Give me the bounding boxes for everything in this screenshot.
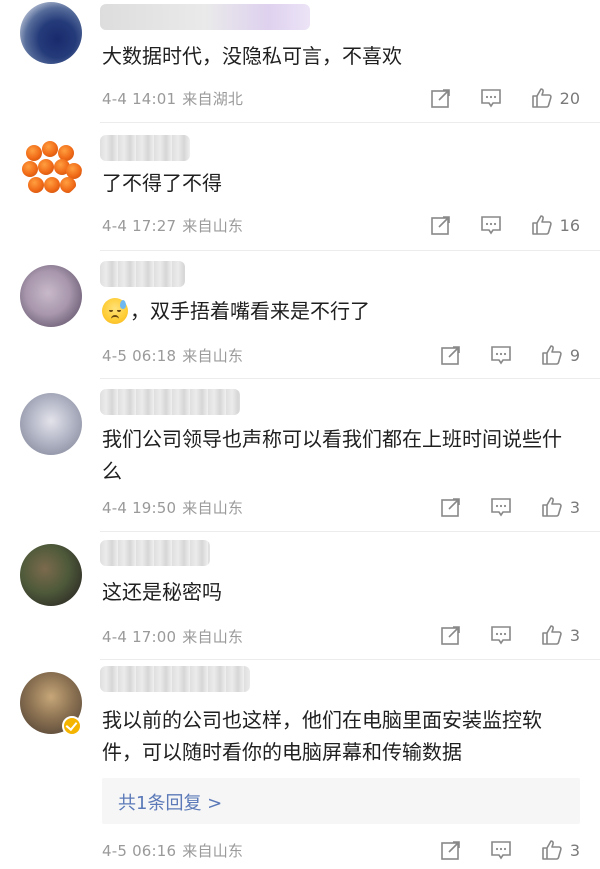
comment-meta: 4-4 17:00 来自山东 (102, 626, 243, 647)
thumbs-up-icon (542, 497, 562, 517)
avatar[interactable] (20, 393, 82, 455)
comment-item: 我们公司领导也声称可以看我们都在上班时间说些什么 4-4 19:50 来自山东 3 (0, 379, 600, 531)
comment-date: 4-4 19:50 (102, 499, 177, 517)
comment-actions: 20 (430, 86, 580, 110)
persimmon-shape (44, 177, 60, 193)
like-button[interactable]: 3 (540, 495, 580, 519)
share-icon[interactable] (440, 496, 462, 518)
avatar[interactable] (20, 2, 82, 64)
comment-date: 4-4 17:27 (102, 217, 177, 235)
comment-location: 来自山东 (182, 628, 244, 646)
view-replies-link[interactable]: 共1条回复 > (118, 789, 222, 815)
thumbs-up-icon (531, 88, 552, 108)
username-blurred[interactable] (100, 135, 190, 161)
like-count: 3 (569, 497, 580, 517)
comment-location: 来自山东 (182, 499, 244, 517)
comment-meta: 4-4 19:50 来自山东 (102, 497, 243, 518)
like-count: 3 (569, 840, 580, 860)
thumbs-up-icon (542, 345, 562, 365)
like-button[interactable]: 20 (530, 86, 580, 110)
comment-meta: 4-4 17:27 来自山东 (102, 215, 243, 236)
like-button[interactable]: 9 (540, 343, 580, 367)
comment-item: 我以前的公司也这样，他们在电脑里面安装监控软件，可以随时看你的电脑屏幕和传输数据… (0, 660, 600, 869)
comment-meta: 4-5 06:18 来自山东 (102, 345, 243, 366)
share-icon[interactable] (430, 214, 452, 236)
comment-meta: 4-5 06:16 来自山东 (102, 840, 243, 861)
comment-date: 4-5 06:16 (102, 842, 177, 860)
comment-actions: 3 (440, 838, 580, 862)
sweat-smile-emoji-icon (102, 297, 128, 324)
share-icon[interactable] (440, 839, 462, 861)
comment-icon[interactable] (490, 839, 512, 861)
comment-text: ，双手捂着嘴看来是不行了 (102, 295, 570, 327)
comment-date: 4-5 06:18 (102, 347, 177, 365)
username-blurred[interactable] (100, 540, 210, 566)
persimmon-shape (28, 177, 44, 193)
comment-date: 4-4 14:01 (102, 90, 177, 108)
comment-location: 来自山东 (182, 842, 244, 860)
thumbs-up-icon (542, 840, 562, 860)
thumbs-up-icon (531, 215, 552, 235)
username-blurred[interactable] (100, 261, 185, 287)
thumbs-up-icon (542, 625, 562, 645)
comment-actions: 3 (440, 623, 580, 647)
avatar[interactable] (20, 265, 82, 327)
comment-item: 大数据时代，没隐私可言，不喜欢 4-4 14:01 来自湖北 20 (0, 0, 600, 122)
share-icon[interactable] (430, 87, 452, 109)
comment-actions: 16 (430, 213, 580, 237)
comment-text-content: ，双手捂着嘴看来是不行了 (130, 299, 370, 323)
verified-badge-icon (62, 716, 82, 736)
share-icon[interactable] (440, 344, 462, 366)
persimmon-shape (26, 145, 42, 161)
avatar[interactable] (20, 544, 82, 606)
like-button[interactable]: 3 (540, 623, 580, 647)
like-button[interactable]: 3 (540, 838, 580, 862)
comment-icon[interactable] (490, 496, 512, 518)
persimmon-shape (42, 141, 58, 157)
comment-icon[interactable] (490, 344, 512, 366)
comment-text: 大数据时代，没隐私可言，不喜欢 (102, 44, 402, 68)
comment-text: 我们公司领导也声称可以看我们都在上班时间说些什么 (102, 427, 562, 483)
comment-text: 这还是秘密吗 (102, 580, 222, 604)
comment-location: 来自山东 (182, 347, 244, 365)
comment-location: 来自山东 (182, 217, 244, 235)
comment-icon[interactable] (480, 214, 502, 236)
like-count: 20 (559, 88, 580, 108)
persimmon-shape (38, 159, 54, 175)
comment-item: 这还是秘密吗 4-4 17:00 来自山东 3 (0, 532, 600, 659)
comment-icon[interactable] (490, 624, 512, 646)
persimmon-shape (60, 177, 76, 193)
like-count: 16 (559, 215, 580, 235)
comment-actions: 3 (440, 495, 580, 519)
share-icon[interactable] (440, 624, 462, 646)
comment-text: 我以前的公司也这样，他们在电脑里面安装监控软件，可以随时看你的电脑屏幕和传输数据 (102, 708, 542, 764)
like-button[interactable]: 16 (530, 213, 580, 237)
like-count: 9 (569, 345, 580, 365)
comment-item: ，双手捂着嘴看来是不行了 4-5 06:18 来自山东 9 (0, 251, 600, 378)
comment-text: 了不得了不得 (102, 171, 222, 195)
comment-date: 4-4 17:00 (102, 628, 177, 646)
comment-actions: 9 (440, 343, 580, 367)
comment-location: 来自湖北 (182, 90, 244, 108)
username-blurred[interactable] (100, 4, 310, 30)
reply-preview[interactable]: 共1条回复 > (102, 778, 580, 824)
username-blurred[interactable] (100, 666, 250, 692)
comment-meta: 4-4 14:01 来自湖北 (102, 88, 243, 109)
persimmon-shape (22, 161, 38, 177)
avatar[interactable] (20, 137, 82, 199)
username-blurred[interactable] (100, 389, 240, 415)
comment-item: 了不得了不得 4-4 17:27 来自山东 16 (0, 123, 600, 250)
comment-icon[interactable] (480, 87, 502, 109)
like-count: 3 (569, 625, 580, 645)
